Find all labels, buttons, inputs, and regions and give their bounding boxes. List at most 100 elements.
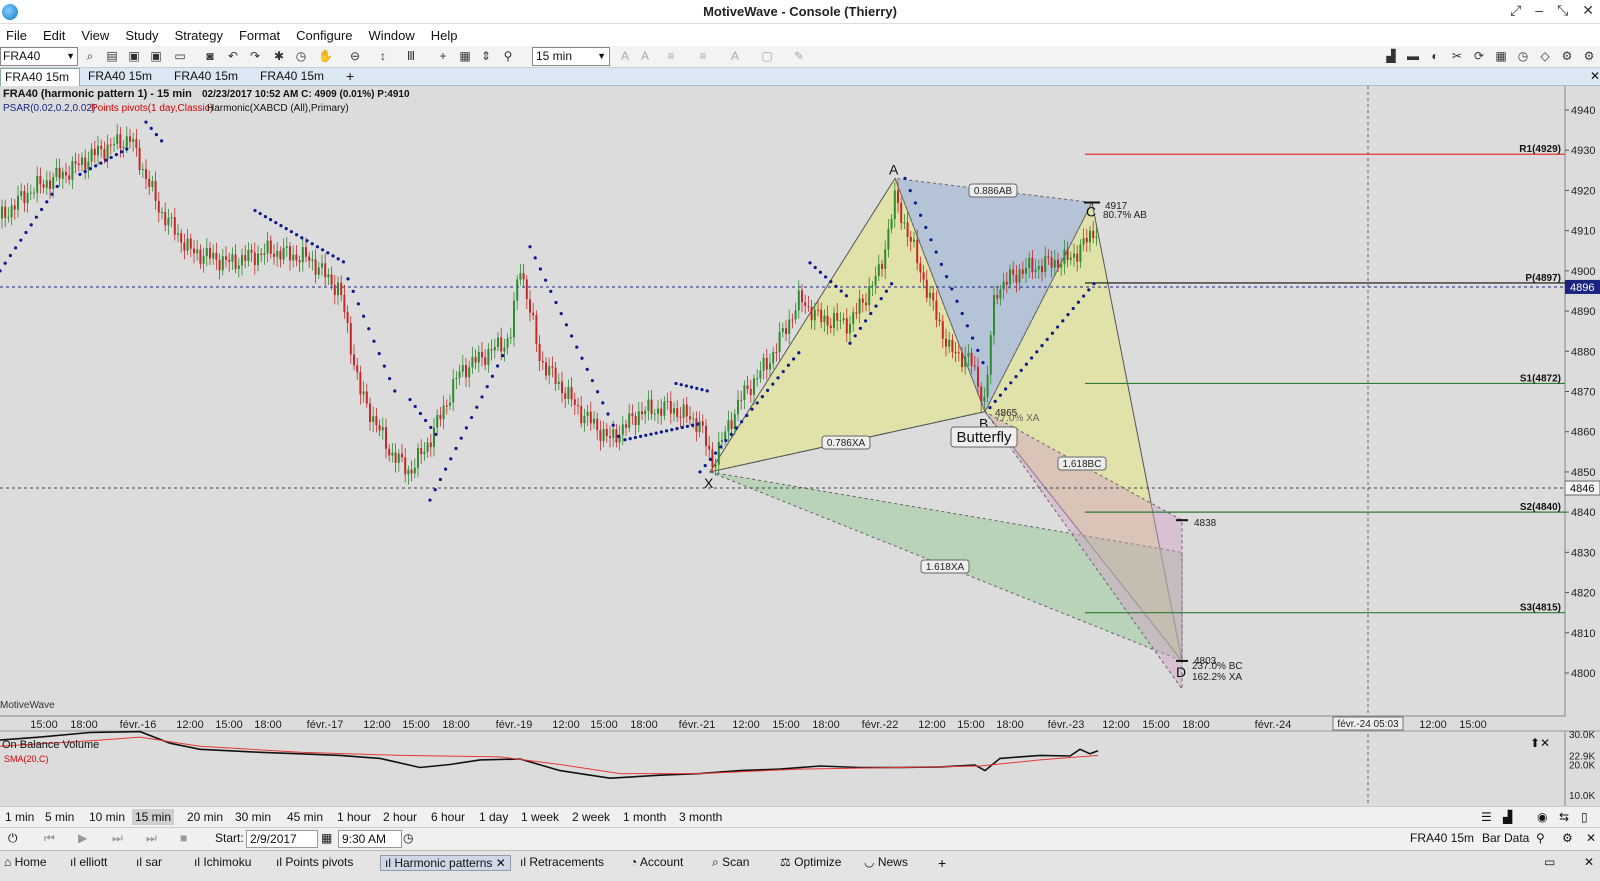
page-tab-retracements[interactable]: ıl Retracements [520, 855, 604, 869]
menu-study[interactable]: Study [119, 28, 168, 43]
study-harmonic[interactable]: Harmonic(XABCD (All),Primary) [207, 103, 349, 114]
page-tab-account[interactable]: ◔ Account [630, 855, 683, 869]
pen-icon[interactable]: ✎ [792, 49, 806, 63]
menu-view[interactable]: View [75, 28, 119, 43]
menu-help[interactable]: Help [425, 28, 468, 43]
expand-icon[interactable]: ⇆ [1556, 809, 1572, 825]
close-icon[interactable]: ✕ [1582, 2, 1594, 19]
undo-icon[interactable]: ↶ [226, 49, 240, 63]
gear-icon[interactable]: ⚙ [1562, 831, 1573, 845]
study-psar[interactable]: PSAR(0.02,0.2,0.02) [3, 103, 95, 114]
interval-1month[interactable]: 1 month [620, 809, 669, 825]
bar-data-label[interactable]: Bar Data [1482, 831, 1529, 845]
page-tab-optimize[interactable]: ⚖ Optimize [780, 855, 841, 869]
interval-3month[interactable]: 3 month [676, 809, 725, 825]
restore-page-icon[interactable]: ▭ [1544, 855, 1555, 869]
study-pivots[interactable]: Points pivots(1 day,Classic) [91, 103, 213, 114]
first-icon[interactable]: ⏮ [44, 831, 55, 846]
interval-2hour[interactable]: 2 hour [380, 809, 420, 825]
clock-icon[interactable]: ◷ [294, 49, 308, 63]
page-tab-sar[interactable]: ıl sar [136, 855, 162, 869]
settings-icon[interactable]: ✱ [272, 49, 286, 63]
menu-edit[interactable]: Edit [37, 28, 75, 43]
interval-45min[interactable]: 45 min [284, 809, 326, 825]
gear-icon[interactable]: ⚙ [1560, 49, 1574, 63]
interval-1hour[interactable]: 1 hour [334, 809, 374, 825]
interval-2week[interactable]: 2 week [569, 809, 613, 825]
page-tab-points-pivots[interactable]: ıl Points pivots [276, 855, 353, 869]
style-icon[interactable]: ▟ [1500, 809, 1515, 825]
camera-icon[interactable]: ◙ [203, 49, 217, 63]
refresh-icon[interactable]: ⟳ [1472, 49, 1486, 63]
line-style-icon[interactable]: ≡ [664, 49, 678, 63]
page-tab-news[interactable]: ◡ News [864, 855, 908, 869]
line-width-icon[interactable]: ≡ [696, 49, 710, 63]
interval-1day[interactable]: 1 day [476, 809, 511, 825]
close-icon[interactable]: ✕ [496, 856, 506, 870]
theme-icon[interactable]: ◐ [1428, 49, 1442, 63]
add-tab-icon[interactable]: + [342, 68, 358, 86]
page-tab-elliott[interactable]: ıl elliott [70, 855, 107, 869]
page-tab-home[interactable]: ⌂ Home [4, 855, 47, 869]
grid-icon[interactable]: ▦ [458, 49, 472, 63]
minimize-icon[interactable]: – [1535, 2, 1543, 19]
interval-6hour[interactable]: 6 hour [428, 809, 468, 825]
bar-style-icon[interactable]: Ⅲ [404, 49, 418, 63]
step-icon[interactable]: ⏭ [112, 831, 123, 846]
play-icon[interactable]: ▶ [78, 831, 87, 845]
gear-icon[interactable]: ⚙ [1582, 49, 1596, 63]
tab-fra40-3[interactable]: FRA40 15m [170, 68, 242, 86]
link-icon[interactable]: ⚲ [1536, 831, 1545, 845]
tools-icon[interactable]: ✂ [1450, 49, 1464, 63]
power-icon[interactable]: ⏻ [8, 831, 18, 846]
menu-file[interactable]: File [0, 28, 37, 43]
chart-mode-icon[interactable]: ▟ [1384, 49, 1398, 63]
tab-fra40-2[interactable]: FRA40 15m [84, 68, 156, 86]
add-page-icon[interactable]: + [938, 855, 946, 871]
close-page-icon[interactable]: ✕ [1584, 855, 1594, 869]
tab-fra40-1[interactable]: FRA40 15m ✕ [0, 68, 80, 100]
last-icon[interactable]: ⏭ [146, 831, 157, 846]
page-tab-scan[interactable]: ⌕ Scan [712, 855, 749, 870]
close-all-icon[interactable]: ✕ [1586, 68, 1600, 86]
interval-20min[interactable]: 20 min [184, 809, 226, 825]
calendar-icon[interactable]: ▦ [321, 831, 332, 845]
chart-area[interactable]: R1(4929) P(4897) S1(4872) S2(4840) S3(4815) 4… [0, 86, 1600, 806]
time-icon[interactable]: ◷ [403, 831, 413, 845]
interval-1week[interactable]: 1 week [518, 809, 562, 825]
tag-icon[interactable]: ◇ [1538, 49, 1552, 63]
crosshair-icon[interactable]: + [436, 49, 450, 63]
redo-icon[interactable]: ↷ [248, 49, 262, 63]
interval-1min[interactable]: 1 min [2, 809, 37, 825]
split-icon[interactable]: ▯ [1578, 809, 1591, 825]
menu-configure[interactable]: Configure [290, 28, 362, 43]
hand-icon[interactable]: ✋ [318, 49, 333, 63]
search-icon[interactable]: ⌕ [83, 49, 97, 63]
close-icon[interactable]: ✕ [1586, 831, 1596, 845]
folder-icon[interactable]: ▬ [1406, 49, 1420, 63]
table-icon[interactable]: ▦ [1494, 49, 1508, 63]
start-date-input[interactable]: 2/9/2017 [246, 830, 318, 848]
start-time-input[interactable]: 9:30 AM [338, 830, 402, 848]
interval-30min[interactable]: 30 min [232, 809, 274, 825]
save-as-icon[interactable]: ▣ [149, 49, 163, 63]
symbol-select[interactable]: FRA40 ▼ [0, 47, 78, 66]
menu-window[interactable]: Window [363, 28, 425, 43]
interval-select[interactable]: 15 min ▼ [532, 47, 610, 66]
text-color-icon[interactable]: A [728, 49, 742, 63]
page-tab-harmonic-patterns[interactable]: ıl Harmonic patterns ✕ [380, 855, 511, 871]
new-icon[interactable]: ▤ [105, 49, 119, 63]
font-decrease-icon[interactable]: A [638, 49, 652, 63]
font-increase-icon[interactable]: A [618, 49, 632, 63]
page-tab-ichimoku[interactable]: ıl Ichimoku [194, 855, 251, 869]
fit-icon[interactable]: ⇕ [479, 49, 493, 63]
cursor-icon[interactable]: ↕ [376, 49, 390, 63]
menu-format[interactable]: Format [233, 28, 290, 43]
eye-icon[interactable]: ◉ [1534, 809, 1550, 825]
zoom-icon[interactable]: ⊖ [348, 49, 362, 63]
interval-10min[interactable]: 10 min [86, 809, 128, 825]
tab-fra40-4[interactable]: FRA40 15m [256, 68, 328, 86]
fullscreen-icon[interactable]: ⤢ [1510, 2, 1521, 19]
stop-icon[interactable]: ■ [180, 831, 187, 845]
link-icon[interactable]: ⚲ [501, 49, 515, 63]
